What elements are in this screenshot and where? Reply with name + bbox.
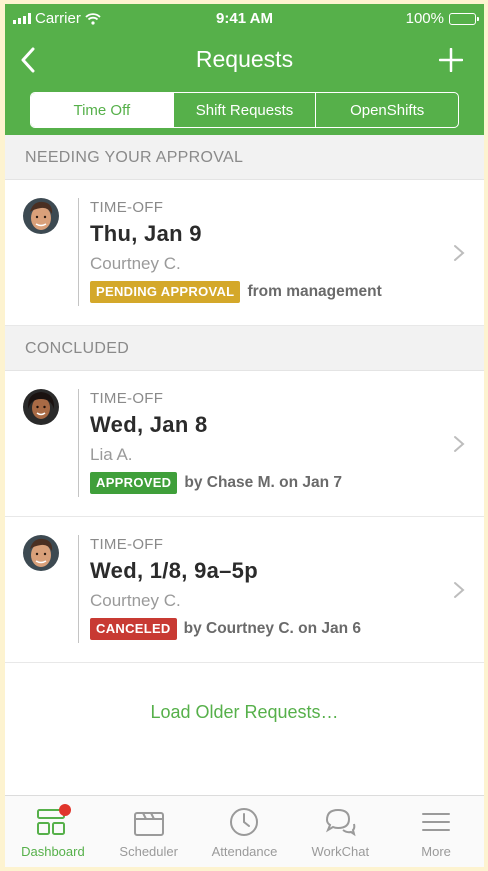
tab-shift-requests[interactable]: Shift Requests <box>172 93 316 127</box>
tab-more[interactable]: More <box>388 796 484 867</box>
tab-bar: Dashboard Scheduler Attendance WorkChat … <box>5 795 484 867</box>
avatar <box>23 198 59 234</box>
status-badge: APPROVED <box>90 472 178 494</box>
chevron-right-icon <box>454 436 465 452</box>
segmented-control: Time Off Shift Requests OpenShifts <box>30 92 459 128</box>
request-date: Wed, 1/8, 9a–5p <box>90 558 258 583</box>
add-request-button[interactable] <box>436 44 466 76</box>
tab-time-off[interactable]: Time Off <box>31 93 173 127</box>
app-screen: Carrier 9:41 AM 100% Requests Time Off S… <box>5 4 484 867</box>
battery-icon <box>449 12 479 25</box>
status-note: from management <box>247 283 382 300</box>
tab-dashboard[interactable]: Dashboard <box>5 796 101 867</box>
request-person: Courtney C. <box>90 254 181 273</box>
tab-scheduler[interactable]: Scheduler <box>101 796 197 867</box>
menu-icon <box>418 804 454 840</box>
avatar <box>23 535 59 571</box>
chat-icon <box>322 804 358 840</box>
avatar <box>23 389 59 425</box>
chevron-right-icon <box>454 245 465 261</box>
section-concluded: CONCLUDED <box>5 326 484 371</box>
battery-label: 100% <box>405 10 444 27</box>
status-note: by Courtney C. on Jan 6 <box>183 620 362 637</box>
status-bar: Carrier 9:41 AM 100% <box>5 8 484 30</box>
clock-icon <box>226 804 262 840</box>
request-date: Wed, Jan 8 <box>90 412 208 437</box>
request-type: TIME-OFF <box>90 199 164 216</box>
status-note: by Chase M. on Jan 7 <box>184 474 343 491</box>
request-card[interactable]: TIME-OFF Thu, Jan 9 Courtney C. PENDING … <box>5 180 484 326</box>
tab-attendance[interactable]: Attendance <box>197 796 293 867</box>
page-title: Requests <box>195 46 294 72</box>
request-date: Thu, Jan 9 <box>90 221 202 246</box>
notification-dot <box>58 804 71 816</box>
request-status-line: APPROVED by Chase M. on Jan 7 <box>90 472 342 494</box>
request-status-line: PENDING APPROVAL from management <box>90 281 382 303</box>
request-card[interactable]: TIME-OFF Wed, Jan 8 Lia A. APPROVED by C… <box>5 371 484 517</box>
tab-label: Dashboard <box>21 844 85 859</box>
request-card[interactable]: TIME-OFF Wed, 1/8, 9a–5p Courtney C. CAN… <box>5 517 484 663</box>
status-badge: PENDING APPROVAL <box>90 281 241 303</box>
status-badge: CANCELED <box>90 618 177 640</box>
scheduler-icon <box>131 804 167 840</box>
request-type: TIME-OFF <box>90 536 164 553</box>
request-content: TIME-OFF Wed, Jan 8 Lia A. APPROVED by C… <box>90 389 342 494</box>
request-person: Lia A. <box>90 445 133 464</box>
request-content: TIME-OFF Wed, 1/8, 9a–5p Courtney C. CAN… <box>90 535 361 640</box>
tab-openshifts[interactable]: OpenShifts <box>315 93 458 127</box>
dashboard-icon <box>35 804 71 840</box>
request-status-line: CANCELED by Courtney C. on Jan 6 <box>90 618 361 640</box>
divider <box>78 198 79 306</box>
tab-label: More <box>421 844 451 859</box>
request-person: Courtney C. <box>90 591 181 610</box>
status-right: 100% <box>405 10 479 27</box>
section-needing-approval: NEEDING YOUR APPROVAL <box>5 135 484 180</box>
request-type: TIME-OFF <box>90 390 164 407</box>
tab-label: Attendance <box>211 844 278 859</box>
header: Carrier 9:41 AM 100% Requests Time Off S… <box>5 4 484 135</box>
divider <box>78 389 79 497</box>
request-content: TIME-OFF Thu, Jan 9 Courtney C. PENDING … <box>90 198 382 303</box>
load-older-button[interactable]: Load Older Requests… <box>5 700 484 724</box>
plus-icon <box>439 48 463 72</box>
divider <box>78 535 79 643</box>
tab-label: WorkChat <box>311 844 370 859</box>
chevron-right-icon <box>454 582 465 598</box>
tab-label: Scheduler <box>119 844 178 859</box>
nav-bar: Requests <box>5 40 484 80</box>
tab-workchat[interactable]: WorkChat <box>292 796 388 867</box>
